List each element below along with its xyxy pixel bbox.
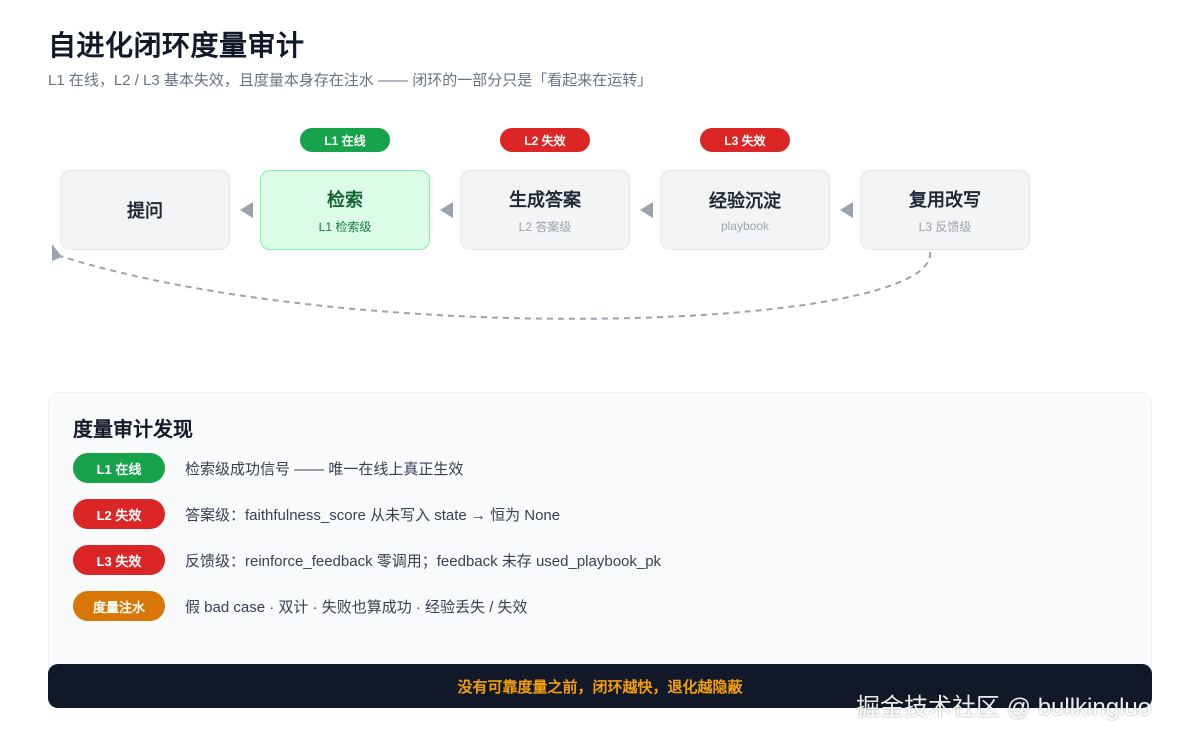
flow-node-reuse: 复用改写 L3 反馈级: [860, 170, 1030, 250]
conclusion-text: 没有可靠度量之前，闭环越快，退化越隐蔽: [457, 678, 743, 696]
loop-arrowhead-icon: [52, 244, 62, 261]
audit-finding-row: L2 失效 答案级：faithfulness_score 从未写入 state …: [73, 499, 560, 529]
node-subtitle: L2 答案级: [518, 219, 572, 234]
node-title: 复用改写: [909, 189, 981, 210]
flow-badge-l3: L3 失效: [700, 128, 790, 152]
finding-text: 反馈级：reinforce_feedback 零调用；feedback 未存 u…: [185, 552, 662, 570]
finding-badge: L3 失效: [73, 545, 165, 575]
node-subtitle: playbook: [720, 219, 770, 233]
arrow-left-icon: [240, 202, 253, 218]
arrow-left-icon: [440, 202, 453, 218]
flow-badge-l2: L2 失效: [500, 128, 590, 152]
loop-dashed-curve: [59, 251, 932, 320]
flow-node-experience: 经验沉淀 playbook: [660, 170, 830, 250]
arrow-left-icon: [640, 202, 653, 218]
finding-badge: L2 失效: [73, 499, 165, 529]
watermark: 掘金技术社区 @ bullkingluo: [856, 694, 1152, 721]
node-title: 提问: [127, 201, 163, 221]
node-subtitle: L1 检索级: [318, 219, 372, 234]
flow-node-ask: 提问: [60, 170, 230, 250]
finding-badge: L1 在线: [73, 453, 165, 483]
finding-text: 假 bad case · 双计 · 失败也算成功 · 经验丢失 / 失效: [185, 598, 528, 616]
node-title: 经验沉淀: [709, 191, 781, 211]
audit-finding-row: 度量注水 假 bad case · 双计 · 失败也算成功 · 经验丢失 / 失…: [73, 591, 528, 621]
page-subtitle: L1 在线，L2 / L3 基本失效，且度量本身存在注水 —— 闭环的一部分只是…: [48, 72, 653, 89]
node-title: 检索: [327, 189, 363, 210]
audit-finding-row: L1 在线 检索级成功信号 —— 唯一在线上真正生效: [73, 453, 463, 483]
audit-finding-row: L3 失效 反馈级：reinforce_feedback 零调用；feedbac…: [73, 545, 661, 575]
audit-panel: 度量审计发现 L1 在线 检索级成功信号 —— 唯一在线上真正生效 L2 失效 …: [48, 392, 1152, 692]
flow-badge-l1: L1 在线: [300, 128, 390, 152]
flow-node-retrieve: 检索 L1 检索级: [260, 170, 430, 250]
page-title: 自进化闭环度量审计: [48, 30, 305, 61]
finding-text: 答案级：faithfulness_score 从未写入 state → 恒为 N…: [185, 506, 561, 524]
node-title: 生成答案: [509, 189, 581, 210]
finding-badge: 度量注水: [73, 591, 165, 621]
flow-node-generate: 生成答案 L2 答案级: [460, 170, 630, 250]
arrow-left-icon: [840, 202, 853, 218]
finding-text: 检索级成功信号 —— 唯一在线上真正生效: [185, 460, 464, 478]
node-subtitle: L3 反馈级: [918, 219, 972, 234]
audit-title: 度量审计发现: [73, 419, 193, 441]
